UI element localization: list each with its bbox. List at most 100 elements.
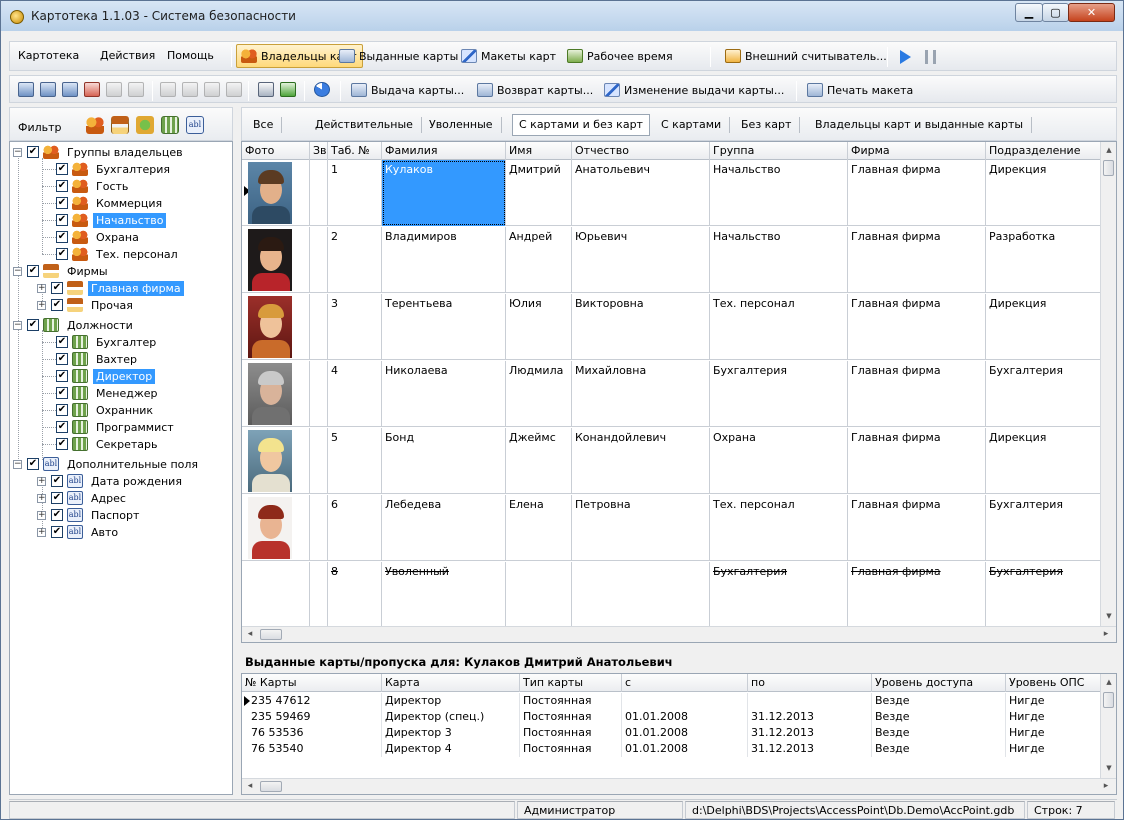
column-header-surname[interactable]: Фамилия <box>382 142 506 160</box>
column-header-star[interactable]: Зв <box>310 142 328 160</box>
close-button[interactable]: ✕ <box>1068 3 1115 22</box>
table-row[interactable]: 5 Бонд Джеймс Конандойлевич Охрана Главн… <box>242 428 1102 494</box>
column-header-photo[interactable]: Фото <box>242 142 310 160</box>
move-up-icon[interactable] <box>160 82 176 97</box>
print-icon[interactable] <box>258 82 274 97</box>
move-top-icon[interactable] <box>204 82 220 97</box>
tab-all[interactable]: Все <box>246 114 283 136</box>
tree-item-address[interactable]: + ✔ abl Адрес <box>37 490 129 506</box>
checkbox-checked-icon[interactable]: ✔ <box>51 492 63 504</box>
checkbox-checked-icon[interactable]: ✔ <box>51 475 63 487</box>
refresh-icon[interactable] <box>314 82 330 97</box>
scrollbar-thumb[interactable] <box>1103 692 1114 708</box>
checkbox-checked-icon[interactable]: ✔ <box>56 180 68 192</box>
card-layouts-button[interactable]: Макеты карт <box>456 44 562 68</box>
table-row[interactable]: 2 Владимиров Андрей Юрьевич Начальство Г… <box>242 227 1102 293</box>
checkbox-checked-icon[interactable]: ✔ <box>51 282 63 294</box>
move-down-icon[interactable] <box>182 82 198 97</box>
tree-item-vahter[interactable]: ✔ Вахтер <box>56 351 140 367</box>
expand-icon[interactable]: + <box>37 476 46 486</box>
table-row[interactable]: 4 Николаева Людмила Михайловна Бухгалтер… <box>242 361 1102 427</box>
checkbox-checked-icon[interactable]: ✔ <box>56 214 68 226</box>
scroll-left-icon[interactable]: ◂ <box>242 779 258 794</box>
checkbox-checked-icon[interactable]: ✔ <box>51 526 63 538</box>
menu-help[interactable]: Помощь <box>167 49 214 62</box>
return-card-button[interactable]: Возврат карты... <box>472 78 599 102</box>
cards-horizontal-scrollbar[interactable]: ◂ ▸ <box>242 778 1116 794</box>
maximize-button[interactable]: ▢ <box>1042 3 1069 22</box>
checkbox-checked-icon[interactable]: ✔ <box>27 458 39 470</box>
tree-item-glavnaya-firma[interactable]: + ✔ Главная фирма <box>37 280 184 296</box>
add-owner-icon[interactable] <box>18 82 34 97</box>
column-header-access-level[interactable]: Уровень доступа <box>872 674 1006 692</box>
tab-fired[interactable]: Уволенные <box>422 114 502 136</box>
checkbox-checked-icon[interactable]: ✔ <box>51 509 63 521</box>
checkbox-checked-icon[interactable]: ✔ <box>27 265 39 277</box>
column-header-group[interactable]: Группа <box>710 142 848 160</box>
collapse-icon[interactable]: − <box>13 459 22 469</box>
checkbox-checked-icon[interactable]: ✔ <box>56 197 68 209</box>
expand-icon[interactable]: + <box>37 300 46 310</box>
filter-fields-icon[interactable]: abl <box>186 116 204 134</box>
table-row[interactable]: 8 Уволенный Бухгалтерия Главная фирма Бу… <box>242 562 1102 628</box>
filter-firms-icon[interactable] <box>111 116 129 134</box>
menu-actions[interactable]: Действия <box>100 49 155 62</box>
scrollbar-thumb[interactable] <box>1103 160 1114 176</box>
column-header-tab-number[interactable]: Таб. № <box>328 142 382 160</box>
checkbox-checked-icon[interactable]: ✔ <box>56 438 68 450</box>
print-layout-button[interactable]: Печать макета <box>802 78 919 102</box>
card-row[interactable]: 235 47612 Директор Постоянная Везде Нигд… <box>242 693 1102 709</box>
tree-item-teh-personal[interactable]: ✔ Тех. персонал <box>56 246 181 262</box>
column-header-from[interactable]: с <box>622 674 748 692</box>
card-row[interactable]: 76 53540 Директор 4 Постоянная 01.01.200… <box>242 741 1102 757</box>
tree-node-groups[interactable]: − ✔ Группы владельцев <box>13 144 186 160</box>
table-row[interactable]: 1 Кулаков Дмитрий Анатольевич Начальство… <box>242 160 1102 226</box>
scroll-up-icon[interactable]: ▲ <box>1101 142 1116 158</box>
tree-item-nachalstvo[interactable]: ✔ Начальство <box>56 212 167 228</box>
scroll-up-icon[interactable]: ▲ <box>1101 674 1116 690</box>
owners-horizontal-scrollbar[interactable]: ◂ ▸ <box>242 626 1116 642</box>
checkbox-checked-icon[interactable]: ✔ <box>56 336 68 348</box>
tree-item-prochaya[interactable]: + ✔ Прочая <box>37 297 136 313</box>
scroll-right-icon[interactable]: ▸ <box>1098 627 1114 642</box>
filter-positions-icon[interactable] <box>161 116 179 134</box>
card-row[interactable]: 235 59469 Директор (спец.) Постоянная 01… <box>242 709 1102 725</box>
tree-item-ohrana[interactable]: ✔ Охрана <box>56 229 142 245</box>
surname-cell[interactable]: Кулаков <box>382 160 506 226</box>
title-bar[interactable]: Картотека 1.1.03 - Система безопасности … <box>1 1 1123 31</box>
filter-special-icon[interactable] <box>136 116 154 134</box>
scrollbar-thumb[interactable] <box>260 781 282 792</box>
column-header-ops-level[interactable]: Уровень ОПС <box>1006 674 1102 692</box>
tree-item-ohrannik[interactable]: ✔ Охранник <box>56 402 156 418</box>
checkbox-checked-icon[interactable]: ✔ <box>51 299 63 311</box>
collapse-icon[interactable]: − <box>13 266 22 276</box>
tree-item-programmist[interactable]: ✔ Программист <box>56 419 177 435</box>
scroll-down-icon[interactable]: ▼ <box>1101 608 1116 624</box>
disabled-action-icon[interactable] <box>106 82 122 97</box>
column-header-name[interactable]: Имя <box>506 142 572 160</box>
disabled-action-icon[interactable] <box>128 82 144 97</box>
expand-icon[interactable]: + <box>37 527 46 537</box>
tree-item-buhgalteriya[interactable]: ✔ Бухгалтерия <box>56 161 173 177</box>
scroll-left-icon[interactable]: ◂ <box>242 627 258 642</box>
checkbox-checked-icon[interactable]: ✔ <box>27 319 39 331</box>
tab-with-cards[interactable]: С картами <box>654 114 731 136</box>
tab-without-cards[interactable]: Без карт <box>734 114 801 136</box>
tree-item-buhgalter[interactable]: ✔ Бухгалтер <box>56 334 159 350</box>
card-row[interactable]: 76 53536 Директор 3 Постоянная 01.01.200… <box>242 725 1102 741</box>
tree-item-direktor[interactable]: ✔ Директор <box>56 368 156 384</box>
issued-cards-button[interactable]: Выданные карты <box>334 44 464 68</box>
checkbox-checked-icon[interactable]: ✔ <box>56 404 68 416</box>
issue-card-button[interactable]: Выдача карты... <box>346 78 470 102</box>
checkbox-checked-icon[interactable]: ✔ <box>56 163 68 175</box>
checkbox-checked-icon[interactable]: ✔ <box>56 370 68 382</box>
delete-owner-icon[interactable] <box>84 82 100 97</box>
tree-item-menedzher[interactable]: ✔ Менеджер <box>56 385 160 401</box>
expand-icon[interactable]: + <box>37 283 46 293</box>
tree-item-auto[interactable]: + ✔ abl Авто <box>37 524 121 540</box>
column-header-department[interactable]: Подразделение <box>986 142 1102 160</box>
tree-item-kommerciya[interactable]: ✔ Коммерция <box>56 195 165 211</box>
tab-valid[interactable]: Действительные <box>308 114 422 136</box>
tree-item-passport[interactable]: + ✔ abl Паспорт <box>37 507 142 523</box>
collapse-icon[interactable]: − <box>13 147 22 157</box>
